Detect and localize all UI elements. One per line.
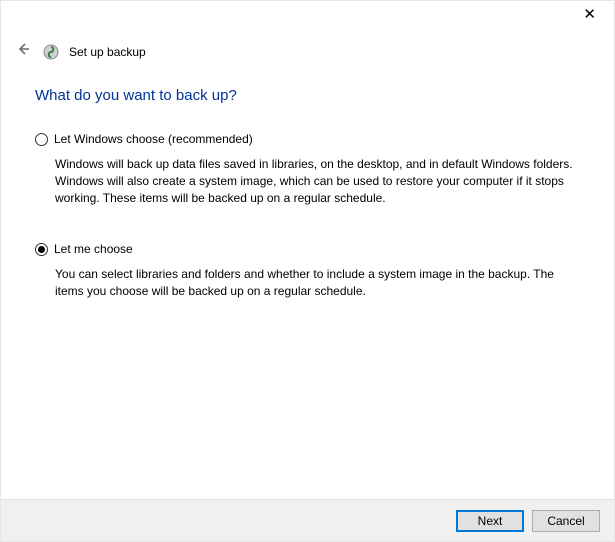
option-row[interactable]: Let me choose bbox=[35, 242, 580, 256]
option-let-windows-choose: Let Windows choose (recommended) Windows… bbox=[35, 132, 580, 206]
option-description: Windows will back up data files saved in… bbox=[55, 156, 580, 206]
radio-let-me-choose[interactable] bbox=[35, 243, 48, 256]
cancel-button[interactable]: Cancel bbox=[532, 510, 600, 532]
back-arrow-icon[interactable] bbox=[13, 39, 33, 64]
next-button[interactable]: Next bbox=[456, 510, 524, 532]
window-title: Set up backup bbox=[69, 45, 146, 59]
option-description: You can select libraries and folders and… bbox=[55, 266, 580, 300]
backup-wizard-icon bbox=[43, 44, 59, 60]
wizard-content: What do you want to back up? Let Windows… bbox=[35, 87, 580, 336]
wizard-footer: Next Cancel bbox=[1, 499, 614, 541]
radio-let-windows-choose[interactable] bbox=[35, 133, 48, 146]
option-label: Let me choose bbox=[54, 242, 133, 256]
option-label: Let Windows choose (recommended) bbox=[54, 132, 253, 146]
titlebar: Set up backup bbox=[13, 39, 146, 64]
option-row[interactable]: Let Windows choose (recommended) bbox=[35, 132, 580, 146]
option-let-me-choose: Let me choose You can select libraries a… bbox=[35, 242, 580, 300]
close-button[interactable]: ✕ bbox=[573, 3, 606, 26]
page-heading: What do you want to back up? bbox=[35, 87, 580, 104]
